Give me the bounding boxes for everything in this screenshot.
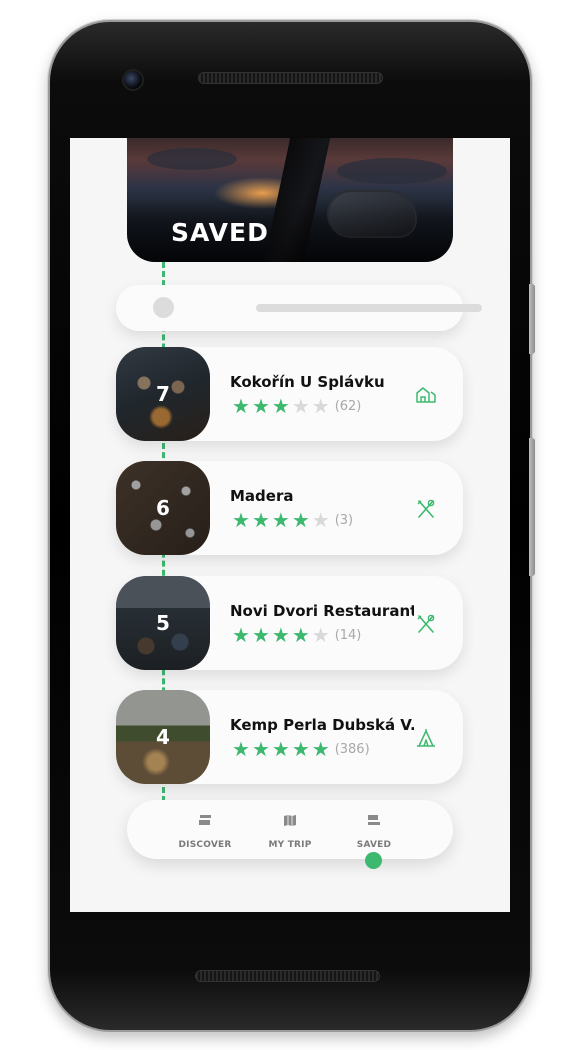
front-camera: [122, 69, 144, 91]
star-icon: ★: [251, 737, 270, 761]
bookmark-icon: [368, 815, 380, 825]
place-number: 7: [156, 382, 170, 406]
review-count: (386): [334, 741, 370, 757]
star-rating: ★ ★ ★ ★ ★ (386): [232, 739, 370, 759]
review-count: (62): [334, 398, 362, 414]
star-icon: ★: [291, 508, 310, 532]
review-count: (14): [334, 627, 362, 643]
star-rating: ★ ★ ★ ★ ★ (62): [232, 396, 361, 416]
star-icon: ★: [291, 623, 310, 647]
nav-tab-my-trip[interactable]: MY TRIP: [255, 814, 325, 851]
star-icon: ★: [311, 737, 330, 761]
place-name: Kemp Perla Dubská V..: [230, 716, 414, 734]
restaurant-icon: [417, 499, 435, 518]
hero-banner: SAVED: [127, 138, 453, 262]
saved-place-card[interactable]: 4 Kemp Perla Dubská V.. ★ ★ ★ ★ ★ (386): [116, 690, 463, 784]
star-icon: ★: [291, 394, 310, 418]
place-name: Kokořín U Splávku: [230, 373, 385, 391]
star-icon: ★: [311, 623, 330, 647]
active-tab-indicator: [365, 852, 382, 869]
page-title: SAVED: [171, 218, 269, 247]
placeholder-dot: [153, 297, 174, 318]
map-icon: [284, 815, 296, 826]
placeholder-line: [256, 304, 482, 312]
place-number: 5: [156, 611, 170, 635]
star-icon: ★: [311, 394, 330, 418]
star-icon: ★: [232, 508, 250, 532]
star-icon: ★: [232, 623, 250, 647]
star-icon: ★: [232, 394, 250, 418]
saved-place-card[interactable]: 7 Kokořín U Splávku ★ ★ ★ ★ ★ (62): [116, 347, 463, 441]
star-icon: ★: [291, 737, 310, 761]
star-icon: ★: [251, 623, 270, 647]
cabin-icon: [416, 387, 436, 403]
nav-label: MY TRIP: [268, 840, 312, 850]
placeholder-card[interactable]: [116, 285, 482, 331]
earpiece-speaker: [198, 72, 383, 84]
star-rating: ★ ★ ★ ★ ★ (14): [232, 625, 361, 645]
review-count: (3): [334, 512, 354, 528]
bottom-speaker: [195, 970, 380, 982]
star-icon: ★: [251, 394, 270, 418]
nav-label: SAVED: [356, 840, 392, 850]
star-rating: ★ ★ ★ ★ ★ (3): [232, 510, 353, 530]
star-icon: ★: [311, 508, 330, 532]
app-screen: SAVED 7 Kokořín U Splávku ★ ★ ★ ★ ★ (62)…: [70, 138, 510, 912]
hero-cloud: [337, 158, 447, 184]
star-icon: ★: [232, 737, 250, 761]
nav-tab-discover[interactable]: DISCOVER: [170, 814, 240, 851]
star-icon: ★: [271, 737, 290, 761]
tent-icon: [417, 729, 435, 747]
star-icon: ★: [271, 394, 290, 418]
place-number: 6: [156, 496, 170, 520]
power-button: [529, 284, 535, 354]
star-icon: ★: [251, 508, 270, 532]
saved-place-card[interactable]: 5 Novi Dvori Restaurant ★ ★ ★ ★ ★ (14): [116, 576, 463, 670]
place-number: 4: [156, 725, 170, 749]
saved-place-card[interactable]: 6 Madera ★ ★ ★ ★ ★ (3): [116, 461, 463, 555]
nav-tab-saved[interactable]: SAVED: [339, 814, 409, 851]
discover-icon: [199, 815, 211, 825]
nav-label: DISCOVER: [178, 840, 232, 850]
volume-button: [529, 438, 535, 576]
star-icon: ★: [271, 623, 290, 647]
place-name: Madera: [230, 487, 294, 505]
star-icon: ★: [271, 508, 290, 532]
hero-cloud: [147, 148, 237, 170]
bottom-navigation: DISCOVER MY TRIP SAVED: [127, 800, 453, 869]
restaurant-icon: [417, 614, 435, 633]
place-name: Novi Dvori Restaurant: [230, 602, 414, 620]
